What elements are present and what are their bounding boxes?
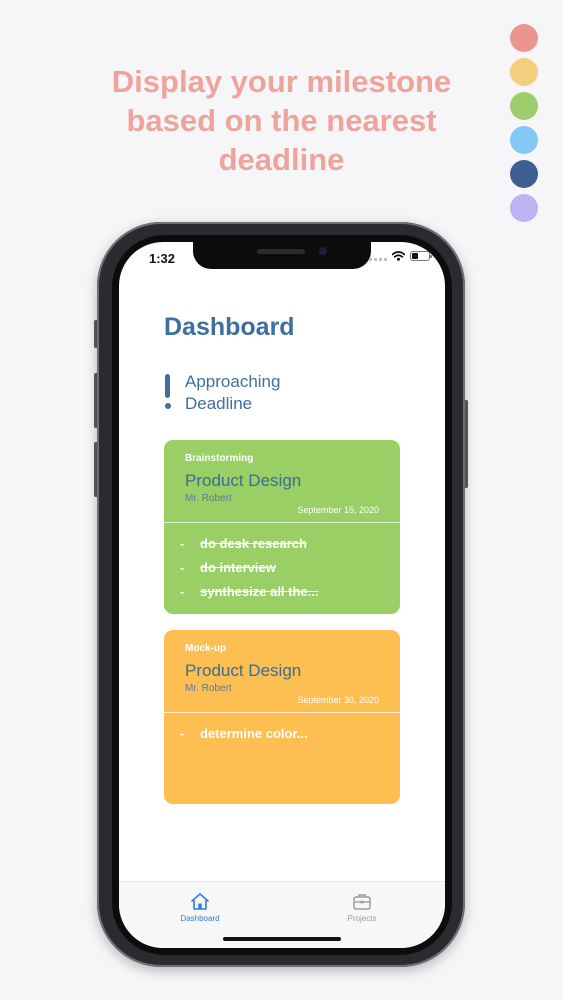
exclamation-icon xyxy=(164,372,172,412)
task-text: do desk research xyxy=(200,536,307,551)
headline-line-3: deadline xyxy=(218,142,345,177)
milestone-phase: Mock-up xyxy=(185,643,227,654)
speaker-grille xyxy=(257,249,305,254)
task-text: determine color... xyxy=(200,726,308,741)
tab-bar: Dashboard Projects xyxy=(119,881,445,948)
tab-dashboard[interactable]: Dashboard xyxy=(165,892,235,923)
palette-swatch-yellow xyxy=(510,58,538,86)
task-bullet: - xyxy=(180,536,185,551)
task-item[interactable]: - determine color... xyxy=(180,726,392,750)
tab-label: Dashboard xyxy=(180,914,220,923)
tab-projects[interactable]: Projects xyxy=(327,892,397,923)
status-icons xyxy=(369,251,432,261)
milestone-card[interactable]: Mock-up Product Design Mr. Robert Septem… xyxy=(164,630,400,804)
cellular-signal-icon xyxy=(369,251,387,261)
section-heading: Approaching Deadline xyxy=(185,371,365,415)
task-list: - determine color... xyxy=(180,726,392,750)
project-title: Product Design xyxy=(185,471,302,490)
palette-swatch-lavender xyxy=(510,194,538,222)
section-heading-line-1: Approaching xyxy=(185,372,281,391)
milestone-date: September 30, 2020 xyxy=(297,695,379,705)
headline-line-2: based on the nearest xyxy=(126,103,437,138)
status-time: 1:32 xyxy=(149,251,176,266)
palette-swatch-green xyxy=(510,92,538,120)
task-bullet: - xyxy=(180,560,185,575)
milestone-date: September 15, 2020 xyxy=(297,505,379,515)
marketing-headline: Display your milestone based on the near… xyxy=(90,62,473,179)
card-divider xyxy=(164,522,400,523)
milestone-card[interactable]: Brainstorming Product Design Mr. Robert … xyxy=(164,440,400,614)
page-title: Dashboard xyxy=(164,313,295,341)
project-owner: Mr. Robert xyxy=(185,683,232,694)
front-camera xyxy=(319,247,327,255)
house-icon xyxy=(191,893,209,910)
card-divider xyxy=(164,712,400,713)
task-bullet: - xyxy=(180,584,185,599)
palette-swatch-red xyxy=(510,24,538,52)
task-list: - do desk research - do interview - synthes… xyxy=(180,536,392,608)
tab-label: Projects xyxy=(347,914,377,923)
task-text: synthesize all the... xyxy=(200,584,319,599)
battery-icon xyxy=(410,251,432,261)
palette-swatch-light-blue xyxy=(510,126,538,154)
palette-swatch-navy xyxy=(510,160,538,188)
phone-screen: 1:32 Dashboard Approaching Deadline Brai… xyxy=(119,242,445,948)
home-indicator xyxy=(223,937,341,941)
milestone-phase: Brainstorming xyxy=(185,453,254,464)
task-text: do interview xyxy=(200,560,276,575)
wifi-icon xyxy=(392,251,405,261)
task-bullet: - xyxy=(180,726,185,741)
section-heading-line-2: Deadline xyxy=(185,394,253,413)
briefcase-icon xyxy=(353,894,371,910)
headline-line-1: Display your milestone xyxy=(111,64,452,99)
task-item[interactable]: - do desk research xyxy=(180,536,392,560)
task-item[interactable]: - synthesize all the... xyxy=(180,584,392,608)
project-title: Product Design xyxy=(185,661,302,680)
phone-notch xyxy=(193,242,371,269)
project-owner: Mr. Robert xyxy=(185,493,232,504)
task-item[interactable]: - do interview xyxy=(180,560,392,584)
